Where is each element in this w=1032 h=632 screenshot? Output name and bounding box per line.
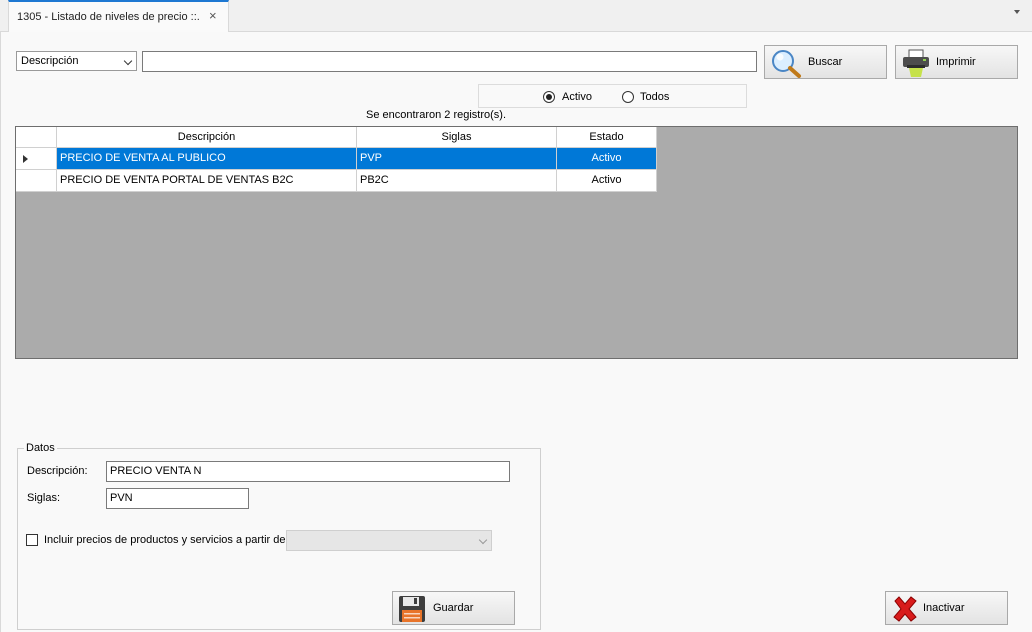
column-header-siglas[interactable]: Siglas [357,127,557,148]
radio-activo-label: Activo [562,91,592,103]
search-input[interactable] [142,51,757,72]
radio-activo[interactable] [543,91,555,103]
chevron-down-icon [478,535,488,545]
tab-list-dropdown-icon[interactable] [1014,10,1020,14]
records-found-text: Se encontraron 2 registro(s). [366,109,507,121]
descripcion-label: Descripción: [27,465,88,477]
floppy-disk-icon [399,596,425,622]
current-row-arrow-icon [23,155,28,163]
radio-todos[interactable] [622,91,634,103]
table-row-cell-estado[interactable]: Activo [557,148,657,170]
siglas-field[interactable]: PVN [106,488,249,509]
include-prices-label: Incluir precios de productos y servicios… [44,534,289,546]
chevron-down-icon [123,56,133,66]
magnifier-icon [772,50,801,78]
siglas-label: Siglas: [27,492,61,504]
table-row-cell-siglas[interactable]: PB2C [357,170,557,192]
table-row-cell-descripcion[interactable]: PRECIO DE VENTA PORTAL DE VENTAS B2C [57,170,357,192]
row-header-corner [16,127,57,148]
status-filter-group: Activo Todos [478,84,747,108]
save-button-label: Guardar [433,602,474,614]
price-levels-grid[interactable]: Descripción Siglas Estado PRECIO DE VENT… [15,126,1018,359]
include-source-select [286,530,492,551]
print-button[interactable]: Imprimir [895,45,1018,79]
tab-title: 1305 - Listado de niveles de precio ::. [17,11,200,23]
radio-todos-label: Todos [640,91,670,103]
print-button-label: Imprimir [936,56,976,68]
deactivate-button-label: Inactivar [923,602,965,614]
tab-listado-niveles-precio[interactable]: 1305 - Listado de niveles de precio ::. … [8,0,229,33]
table-row-cell-descripcion[interactable]: PRECIO DE VENTA AL PUBLICO [57,148,357,170]
row-header[interactable] [16,148,57,170]
red-x-icon [893,596,917,622]
search-field-select[interactable]: Descripción [16,51,137,71]
descripcion-field[interactable]: PRECIO VENTA N [106,461,510,482]
table-row-cell-estado[interactable]: Activo [557,170,657,192]
printer-icon [903,49,929,77]
table-row-cell-siglas[interactable]: PVP [357,148,557,170]
row-header[interactable] [16,170,57,192]
search-button[interactable]: Buscar [764,45,887,79]
close-icon[interactable]: × [209,9,217,23]
column-header-estado[interactable]: Estado [557,127,657,148]
datos-group-legend: Datos [24,442,57,454]
column-header-descripcion[interactable]: Descripción [57,127,357,148]
deactivate-button[interactable]: Inactivar [885,591,1008,625]
include-prices-checkbox[interactable] [26,534,38,546]
save-button[interactable]: Guardar [392,591,515,625]
search-button-label: Buscar [808,56,843,68]
search-field-selected: Descripción [21,55,79,67]
